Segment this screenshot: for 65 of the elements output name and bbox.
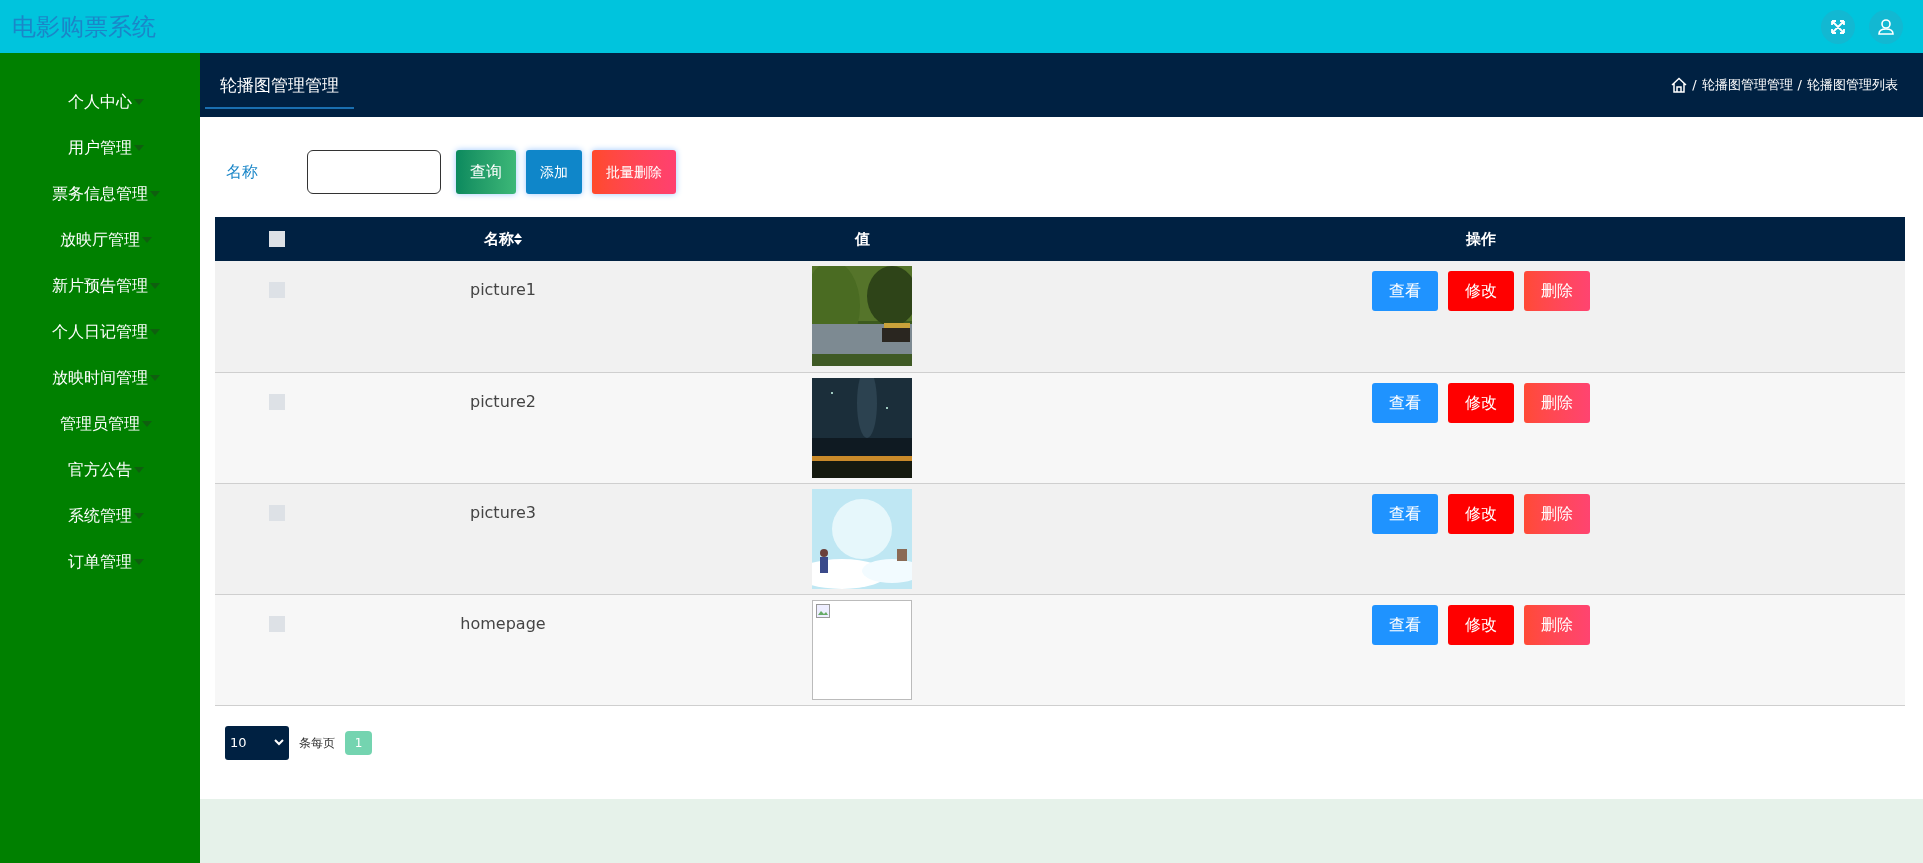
action-button[interactable]: 查看 [1372, 271, 1438, 311]
action-button[interactable]: 修改 [1448, 493, 1514, 534]
caret-icon [134, 145, 144, 151]
action-button[interactable]: 删除 [1524, 604, 1590, 645]
page-tab[interactable]: 轮播图管理管理 [205, 65, 354, 109]
app-title: 电影购票系统 [12, 11, 156, 43]
column-header[interactable]: 名称 [484, 227, 514, 251]
caret-icon [150, 283, 160, 289]
row-checkbox[interactable] [269, 393, 285, 410]
expand-icon [1830, 18, 1846, 35]
action-button[interactable]: 删除 [1524, 382, 1590, 423]
column-header: 操作 [1466, 229, 1496, 248]
caret-icon [134, 467, 144, 473]
caret-icon [134, 99, 144, 105]
caret-icon [134, 513, 144, 519]
select-all-checkbox[interactable] [269, 231, 285, 248]
sidebar-item[interactable]: 个人中心 [0, 79, 200, 125]
caret-icon [150, 375, 160, 381]
user-icon [1877, 17, 1895, 36]
sidebar-item[interactable]: 票务信息管理 [0, 171, 200, 217]
action-button[interactable]: 查看 [1372, 382, 1438, 423]
action-button[interactable]: 修改 [1448, 382, 1514, 423]
sidebar-item[interactable]: 订单管理 [0, 539, 200, 585]
sidebar-item[interactable]: 管理员管理 [0, 401, 200, 447]
action-button[interactable]: 修改 [1448, 271, 1514, 311]
name-input[interactable] [307, 150, 441, 194]
sidebar-item[interactable]: 用户管理 [0, 125, 200, 171]
row-checkbox[interactable] [269, 615, 285, 632]
name-cell: picture2 [469, 391, 537, 411]
toolbar-button[interactable]: 查询 [456, 150, 516, 194]
breadcrumb-item: 轮播图管理列表 [1807, 76, 1898, 95]
caret-icon [134, 559, 144, 565]
action-button[interactable]: 删除 [1524, 271, 1590, 311]
toolbar-button[interactable]: 批量删除 [592, 150, 676, 194]
breadcrumb-separator: / [1797, 76, 1802, 95]
page-size-select[interactable]: 10 [225, 725, 289, 760]
caret-icon [150, 191, 160, 197]
caret-icon [142, 237, 152, 243]
sidebar-item[interactable]: 个人日记管理 [0, 309, 200, 355]
home-icon [1671, 77, 1688, 93]
breadcrumb-item[interactable]: 轮播图管理管理 [1701, 75, 1793, 95]
search-label: 名称 [225, 161, 259, 183]
sidebar-item[interactable]: 官方公告 [0, 447, 200, 493]
chevron-down-icon [274, 739, 284, 746]
column-header: 值 [854, 229, 870, 248]
sidebar-item[interactable]: 放映厅管理 [0, 217, 200, 263]
sidebar-item[interactable]: 新片预告管理 [0, 263, 200, 309]
caret-icon [142, 421, 152, 427]
toolbar-button[interactable]: 添加 [526, 150, 582, 194]
sidebar-item[interactable]: 放映时间管理 [0, 355, 200, 401]
fullscreen-button[interactable] [1821, 9, 1855, 44]
sidebar-item[interactable]: 系统管理 [0, 493, 200, 539]
user-button[interactable] [1869, 9, 1903, 44]
broken-image-icon [816, 603, 830, 618]
action-button[interactable]: 查看 [1372, 493, 1438, 534]
action-button[interactable]: 修改 [1448, 604, 1514, 645]
caret-icon [150, 329, 160, 335]
breadcrumb-separator: / [1692, 76, 1697, 95]
per-page-label: 条每页 [299, 734, 335, 752]
sort-icon[interactable] [514, 233, 522, 245]
name-cell: picture1 [469, 280, 537, 299]
name-cell: picture3 [469, 502, 537, 522]
action-button[interactable]: 查看 [1372, 604, 1438, 645]
action-button[interactable]: 删除 [1524, 493, 1590, 534]
name-cell: homepage [460, 613, 546, 633]
